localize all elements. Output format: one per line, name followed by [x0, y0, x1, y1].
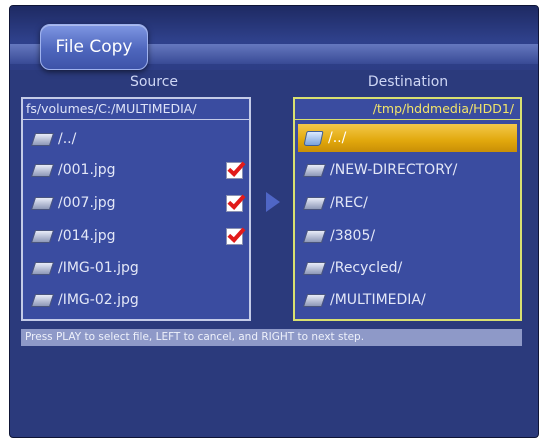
- checkbox-checked-icon[interactable]: [226, 161, 243, 179]
- file-icon: [30, 163, 55, 177]
- file-icon: [30, 132, 55, 146]
- destination-item-label: /MULTIMEDIA/: [330, 292, 426, 308]
- file-icon: [302, 261, 327, 275]
- file-icon: [30, 293, 55, 307]
- source-item[interactable]: /014.jpg: [23, 222, 249, 250]
- destination-item-label: /../: [328, 130, 347, 146]
- destination-item[interactable]: /REC/: [295, 189, 520, 217]
- source-item-label: /../: [58, 131, 77, 147]
- destination-path: /tmp/hddmedia/HDD1/: [295, 99, 520, 120]
- folder-open-icon: [303, 130, 324, 146]
- source-heading: Source: [129, 74, 179, 90]
- destination-item-label: /Recycled/: [330, 260, 403, 276]
- checkbox-checked-icon[interactable]: [226, 194, 243, 212]
- destination-heading: Destination: [367, 74, 449, 90]
- file-icon: [30, 229, 55, 243]
- source-item[interactable]: /001.jpg: [23, 156, 249, 184]
- destination-item[interactable]: /3805/: [295, 222, 520, 250]
- destination-item[interactable]: /NEW-DIRECTORY/: [295, 156, 520, 184]
- source-item-label: /001.jpg: [58, 162, 116, 178]
- source-panel[interactable]: fs/volumes/C:/MULTIMEDIA/ /../ /001.jpg …: [21, 97, 251, 321]
- destination-item-selected[interactable]: /../: [298, 124, 517, 152]
- file-icon: [302, 293, 327, 307]
- destination-panel[interactable]: /tmp/hddmedia/HDD1/ /../ /NEW-DIRECTORY/…: [293, 97, 522, 321]
- source-item-label: /014.jpg: [58, 228, 116, 244]
- source-item[interactable]: /IMG-02.jpg: [23, 286, 249, 314]
- checkbox-checked-icon[interactable]: [226, 227, 243, 245]
- source-item-label: /IMG-02.jpg: [58, 292, 139, 308]
- destination-item[interactable]: /Recycled/: [295, 254, 520, 282]
- file-icon: [302, 196, 327, 210]
- destination-item-label: /3805/: [330, 228, 376, 244]
- destination-item-label: /NEW-DIRECTORY/: [330, 162, 458, 178]
- source-item[interactable]: /007.jpg: [23, 189, 249, 217]
- file-icon: [302, 229, 327, 243]
- source-item[interactable]: /IMG-01.jpg: [23, 254, 249, 282]
- source-item-label: /IMG-01.jpg: [58, 260, 139, 276]
- arrow-right-icon: [266, 192, 280, 212]
- status-hint: Press PLAY to select file, LEFT to cance…: [21, 329, 522, 346]
- file-icon: [30, 196, 55, 210]
- page-title: File Copy: [40, 24, 148, 70]
- source-item-label: /007.jpg: [58, 195, 116, 211]
- destination-item[interactable]: /MULTIMEDIA/: [295, 286, 520, 314]
- destination-item-label: /REC/: [330, 195, 368, 211]
- file-icon: [30, 261, 55, 275]
- file-icon: [302, 163, 327, 177]
- source-path: fs/volumes/C:/MULTIMEDIA/: [23, 99, 249, 120]
- file-copy-screen: File Copy Source Destination fs/volumes/…: [9, 5, 539, 438]
- source-item[interactable]: /../: [23, 125, 249, 153]
